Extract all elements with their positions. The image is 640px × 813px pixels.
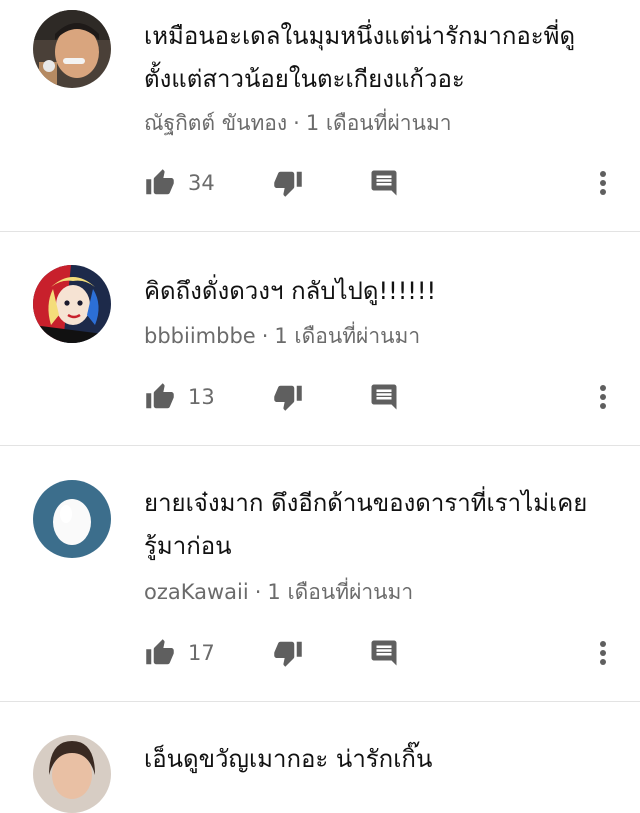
more-vertical-icon: [600, 385, 606, 409]
divider: [0, 701, 640, 702]
comment-meta: bbbiimbbe · 1 เดือนที่ผ่านมา: [144, 320, 420, 353]
reply-button[interactable]: [369, 633, 399, 673]
more-vertical-icon: [600, 641, 606, 665]
more-vertical-icon: [600, 171, 606, 195]
meta-separator: ·: [293, 111, 300, 135]
reply-button[interactable]: [369, 377, 399, 417]
comment-reply-icon: [371, 640, 397, 666]
avatar[interactable]: [33, 265, 111, 343]
comment-reply-icon: [371, 384, 397, 410]
comment-reply-icon: [371, 170, 397, 196]
comment-time[interactable]: 1 เดือนที่ผ่านมา: [267, 580, 413, 604]
thumbs-down-icon: [274, 171, 302, 197]
comment-time[interactable]: 1 เดือนที่ผ่านมา: [274, 324, 420, 348]
dislike-button[interactable]: [272, 163, 304, 203]
comment-time[interactable]: 1 เดือนที่ผ่านมา: [306, 111, 452, 135]
dislike-button[interactable]: [272, 633, 304, 673]
comment-text: เหมือนอะเดลในมุมหนึ่งแต่น่ารักมากอะพี่ดู…: [144, 15, 614, 101]
like-button[interactable]: 17: [144, 633, 215, 673]
avatar-photo-woman-icon: [33, 735, 111, 813]
comment-text: คิดถึงดั่งดวงฯ กลับไปดู!!!!!!: [144, 270, 614, 313]
comment-meta: ณัฐกิตต์ ขันทอง · 1 เดือนที่ผ่านมา: [144, 107, 452, 140]
avatar[interactable]: [33, 10, 111, 88]
comment-text-line: รู้มาก่อน: [144, 532, 232, 560]
comment-meta: ozaKawaii · 1 เดือนที่ผ่านมา: [144, 576, 413, 609]
meta-separator: ·: [254, 580, 262, 604]
comment-actions: 34: [0, 163, 640, 203]
comment-text-line: เหมือนอะเดลในมุมหนึ่งแต่น่ารักมากอะพี่ดู: [144, 22, 576, 50]
like-count: 17: [188, 641, 215, 665]
divider: [0, 445, 640, 446]
like-count: 13: [188, 385, 215, 409]
comment-text-line: เอ็นดูขวัญเมากอะ น่ารักเกิ๊น: [144, 745, 433, 773]
thumbs-down-icon: [274, 641, 302, 667]
comment-text-line: ยายเจ๋งมาก ดึงอีกด้านของดาราที่เราไม่เคย: [144, 489, 588, 517]
thumbs-up-icon: [146, 639, 174, 665]
thumbs-down-icon: [274, 385, 302, 411]
comment-author[interactable]: ozaKawaii: [144, 580, 249, 604]
comment-author[interactable]: bbbiimbbe: [144, 324, 256, 348]
comment-text: เอ็นดูขวัญเมากอะ น่ารักเกิ๊น: [144, 738, 614, 781]
comment-text-line: คิดถึงดั่งดวงฯ กลับไปดู!!!!!!: [144, 277, 437, 305]
thumbs-up-icon: [146, 383, 174, 409]
dislike-button[interactable]: [272, 377, 304, 417]
avatar-photo-man-icon: [33, 10, 111, 88]
more-options-button[interactable]: [593, 163, 613, 203]
like-count: 34: [188, 171, 215, 195]
comment-text: ยายเจ๋งมาก ดึงอีกด้านของดาราที่เราไม่เคย…: [144, 482, 614, 568]
thumbs-up-icon: [146, 169, 174, 195]
comment-author[interactable]: ณัฐกิตต์ ขันทอง: [144, 111, 287, 135]
comment-actions: 17: [0, 633, 640, 673]
avatar[interactable]: [33, 735, 111, 813]
comment-text-line: ตั้งแต่สาวน้อยในตะเกียงแก้วอะ: [144, 65, 465, 93]
more-options-button[interactable]: [593, 633, 613, 673]
meta-separator: ·: [261, 324, 269, 348]
divider: [0, 231, 640, 232]
more-options-button[interactable]: [593, 377, 613, 417]
reply-button[interactable]: [369, 163, 399, 203]
like-button[interactable]: 13: [144, 377, 215, 417]
avatar-default-egg-icon: [33, 480, 111, 558]
avatar-cartoon-character-icon: [33, 265, 111, 343]
comment-actions: 13: [0, 377, 640, 417]
avatar[interactable]: [33, 480, 111, 558]
like-button[interactable]: 34: [144, 163, 215, 203]
